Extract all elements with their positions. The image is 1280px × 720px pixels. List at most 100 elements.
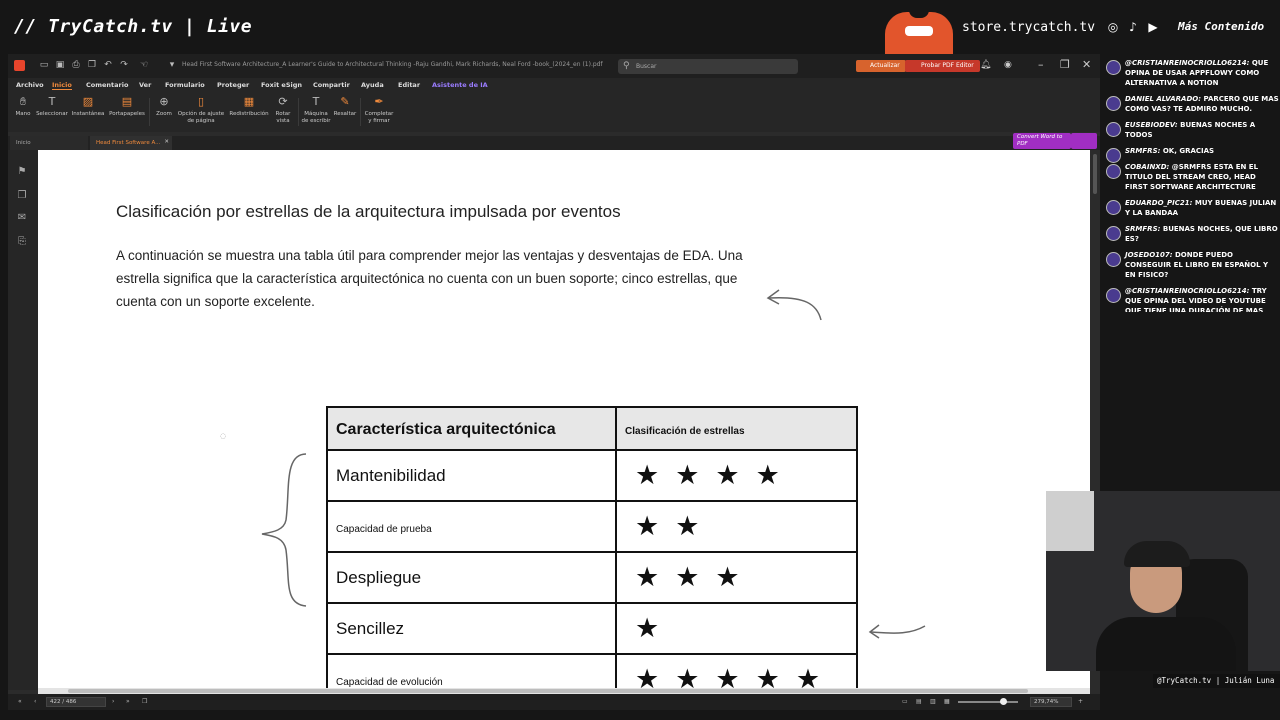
tshirt-image: [885, 10, 953, 54]
select-tool-button[interactable]: T Seleccionar: [34, 96, 70, 118]
chat-message: josedo107: Donde puedo conseguir el libr…: [1100, 250, 1280, 280]
star-rating: ★★: [635, 511, 716, 542]
menu-foxit-esign[interactable]: Foxit eSign: [261, 81, 302, 89]
convert-side-buttons[interactable]: [1071, 133, 1097, 149]
update-button[interactable]: Actualizar: [856, 60, 906, 72]
typewriter-button[interactable]: T Máquina de escribir: [301, 96, 331, 125]
convert-word-to-pdf-banner[interactable]: Convert Word to PDF: [1013, 133, 1071, 149]
tab-document[interactable]: Head First Software A... ✕: [90, 136, 172, 150]
title-bar: ▭ ▣ ⎙ ❐ ↶ ↷ ☜ ▾ Head First Software Arch…: [8, 54, 1100, 78]
undo-icon[interactable]: ↶: [102, 59, 114, 71]
bell-icon[interactable]: 🔔︎: [980, 60, 991, 70]
typewriter-icon: T: [312, 95, 320, 108]
account-icon[interactable]: ◉: [1004, 60, 1012, 70]
rotate-view-button[interactable]: ⟳ Rotar vista: [271, 96, 295, 125]
clipboard-button[interactable]: ▤ Portapapeles: [107, 95, 147, 118]
tab-inicio[interactable]: Inicio: [10, 136, 88, 150]
menu-ver[interactable]: Ver: [139, 81, 151, 89]
minimize-icon[interactable]: –: [1038, 58, 1044, 71]
handdrawn-arrow-top: [766, 289, 822, 321]
section-heading: Clasificación por estrellas de la arquit…: [116, 202, 621, 221]
webcam-caption: @TryCatch.tv | Julián Luna: [1153, 674, 1280, 688]
menu-formulario[interactable]: Formulario: [165, 81, 205, 89]
zoom-slider[interactable]: [958, 698, 1018, 705]
reflow-button[interactable]: ▦ Redistribución: [228, 96, 270, 118]
hand-tool-button[interactable]: ✋︎ Mano: [12, 96, 34, 118]
document-tab-bar: Inicio Head First Software A... ✕: [8, 136, 1100, 150]
first-page-icon[interactable]: «: [18, 698, 22, 705]
chat-message: srmfrs: buenas noches, que libro es?: [1100, 224, 1280, 244]
fit-width-icon[interactable]: ▦: [944, 698, 950, 705]
facing-icon[interactable]: ▥: [930, 698, 936, 705]
comments-icon[interactable]: ✉: [16, 212, 28, 224]
hand-tool-dropdown-icon[interactable]: ☜: [138, 59, 150, 71]
foxit-logo-icon: [14, 60, 25, 71]
try-pdf-editor-button[interactable]: Probar PDF Editor: [905, 60, 980, 72]
maximize-icon[interactable]: ❐: [1060, 58, 1070, 71]
menu-compartir[interactable]: Compartir: [313, 81, 350, 89]
zoom-button[interactable]: ⊕ Zoom: [152, 96, 176, 118]
next-page-icon[interactable]: ›: [112, 698, 114, 705]
clipboard-icon: ▤: [121, 95, 133, 108]
attachment-icon[interactable]: ⎘: [16, 236, 28, 248]
star-rating: ★★★★: [635, 460, 796, 491]
continuous-icon[interactable]: ▤: [916, 698, 922, 705]
search-icon: ⚲: [623, 61, 630, 71]
save-icon[interactable]: ▣: [54, 59, 66, 71]
zoom-in-icon[interactable]: +: [1078, 698, 1083, 705]
open-icon[interactable]: ▭: [38, 59, 50, 71]
bookmark-icon[interactable]: ⚑: [16, 166, 28, 178]
snapshot-button[interactable]: ▨ Instantánea: [70, 96, 106, 118]
menu-comentario[interactable]: Comentario: [86, 81, 128, 89]
copy-icon[interactable]: ❐: [86, 59, 98, 71]
avatar: [1106, 288, 1121, 303]
highlight-button[interactable]: ✎ Resaltar: [332, 95, 358, 118]
page-number-field[interactable]: 422 / 486: [46, 697, 106, 707]
avatar: [1106, 60, 1121, 75]
zoom-field[interactable]: 279,74%: [1030, 697, 1072, 707]
menu-ayuda[interactable]: Ayuda: [361, 81, 384, 89]
pages-icon[interactable]: ❐: [16, 190, 28, 202]
table-header-rating: Clasificación de estrellas: [625, 426, 745, 437]
tiktok-icon: ♪: [1129, 20, 1137, 34]
fill-sign-icon: ✒: [374, 95, 384, 108]
close-icon[interactable]: ✕: [1082, 58, 1091, 71]
redo-icon[interactable]: ↷: [118, 59, 130, 71]
star-rating: ★: [635, 613, 676, 644]
avatar: [1106, 122, 1121, 137]
highlight-icon: ✎: [340, 95, 350, 108]
table-row: Sencillez ★: [326, 602, 858, 655]
live-chat: @CristianReinoCriollo6214: que opina de …: [1100, 54, 1280, 312]
rotate-icon: ⟳: [278, 95, 288, 108]
close-tab-icon[interactable]: ✕: [164, 139, 169, 145]
characteristic-name: Capacidad de prueba: [336, 524, 432, 535]
webcam-feed: [1046, 491, 1280, 671]
characteristic-name: Despliegue: [336, 567, 422, 587]
print-icon[interactable]: ⎙: [70, 59, 82, 71]
menu-asistente-ia[interactable]: Asistente de IA: [432, 81, 488, 89]
menu-editar[interactable]: Editar: [398, 81, 420, 89]
avatar: [1106, 226, 1121, 241]
menu-archivo[interactable]: Archivo: [16, 81, 44, 89]
page-fit-button[interactable]: ▯ Opción de ajuste de página: [176, 96, 226, 125]
menu-proteger[interactable]: Proteger: [217, 81, 249, 89]
search-input[interactable]: ⚲ Buscar: [618, 59, 798, 74]
table-header-characteristic: Característica arquitectónica: [336, 420, 556, 438]
menu-inicio[interactable]: Inicio: [52, 81, 72, 90]
avatar: [1106, 200, 1121, 215]
quick-access-dropdown-icon[interactable]: ▾: [166, 59, 178, 71]
youtube-icon: ▶: [1148, 20, 1158, 34]
single-page-icon[interactable]: ▭: [902, 698, 908, 705]
table-row: Capacidad de evolución ★★★★★: [326, 653, 858, 688]
search-placeholder: Buscar: [636, 63, 657, 70]
page-fit-icon: ▯: [197, 95, 205, 108]
social-icons: ◎ ♪ ▶: [1105, 19, 1161, 35]
page-view-icon[interactable]: ❐: [142, 698, 147, 705]
fill-sign-button[interactable]: ✒ Completar y firmar: [363, 96, 395, 125]
prev-page-icon[interactable]: ‹: [34, 698, 36, 705]
last-page-icon[interactable]: »: [126, 698, 130, 705]
chat-message: eusebiodev: Buenas noches a todos: [1100, 120, 1280, 140]
characteristic-name: Sencillez: [336, 618, 405, 638]
chat-message: @CristianReinoCriollo6214: que opina de …: [1100, 58, 1280, 88]
chat-message: srmfrs: ok, gracias: [1100, 146, 1280, 163]
